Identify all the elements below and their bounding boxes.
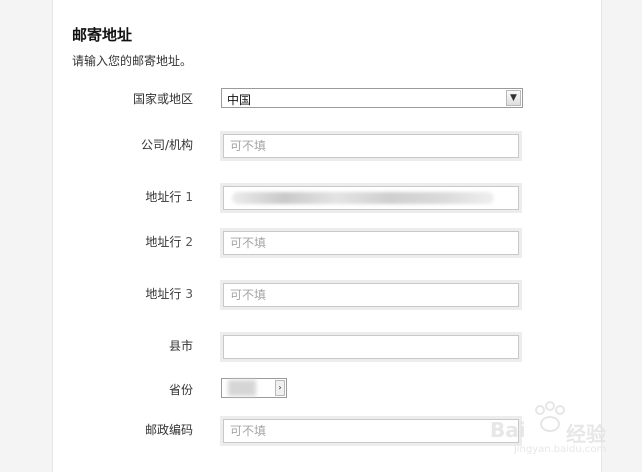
address2-input[interactable] — [223, 231, 519, 255]
chevron-right-icon[interactable]: › — [275, 380, 285, 396]
company-input[interactable] — [223, 134, 519, 158]
company-label: 公司/机构 — [140, 138, 193, 152]
address1-label: 地址行 1 — [145, 190, 193, 204]
watermark-brand-left: Bai — [490, 418, 526, 442]
paw-icon — [535, 401, 565, 432]
section-title: 邮寄地址 — [72, 26, 133, 44]
country-label: 国家或地区 — [132, 92, 193, 106]
address3-input[interactable] — [223, 283, 519, 307]
postal-input[interactable] — [223, 419, 519, 443]
city-input[interactable] — [223, 335, 519, 359]
postal-label: 邮政编码 — [144, 423, 193, 437]
address3-label: 地址行 3 — [145, 287, 193, 301]
section-subtitle: 请输入您的邮寄地址。 — [72, 54, 193, 68]
watermark-url: jingyan.baidu.com — [514, 444, 607, 455]
chevron-down-icon[interactable]: ▼ — [506, 90, 521, 106]
address2-label: 地址行 2 — [145, 235, 193, 249]
city-label: 县市 — [168, 339, 193, 353]
baidu-watermark: Bai 经验 jingyan.baidu.com — [488, 401, 628, 458]
watermark-brand-right: 经验 — [566, 422, 606, 446]
country-select[interactable]: 中国 ▼ — [221, 88, 523, 108]
province-label: 省份 — [168, 383, 193, 397]
redacted-province — [228, 380, 256, 396]
country-value: 中国 — [227, 93, 252, 107]
redacted-address — [232, 192, 494, 204]
province-select[interactable]: › — [221, 378, 287, 398]
